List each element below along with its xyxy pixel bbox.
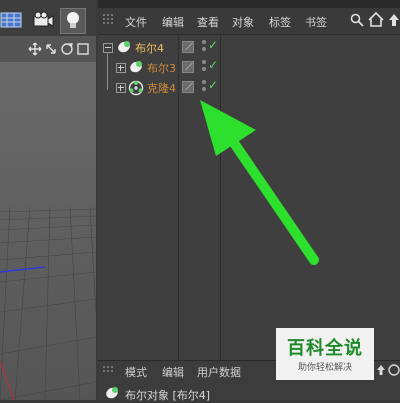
- render-visibility-dot[interactable]: [202, 67, 206, 71]
- maximize-view-icon[interactable]: [76, 42, 90, 56]
- cloner-icon: [128, 80, 144, 96]
- selected-object-title: 布尔对象 [布尔4]: [125, 389, 211, 402]
- editor-visibility-dot[interactable]: [202, 40, 206, 44]
- object-label[interactable]: 克隆4: [147, 80, 176, 96]
- menu-object[interactable]: 对象: [232, 14, 254, 30]
- render-region-icon[interactable]: [0, 10, 22, 30]
- boolean-icon: [118, 41, 130, 53]
- perspective-grid: [0, 62, 96, 400]
- boolean-icon: [106, 387, 118, 399]
- boolean-icon: [130, 61, 142, 73]
- light-bulb-icon: [67, 12, 79, 28]
- menu-mode[interactable]: 模式: [125, 364, 147, 380]
- layer-color-icon[interactable]: [182, 41, 194, 53]
- rotate-view-icon[interactable]: [60, 42, 74, 56]
- watermark-logo: 百科全说 助你轻松解决: [276, 328, 374, 380]
- expand-toggle[interactable]: [116, 63, 126, 73]
- move-view-icon[interactable]: [28, 42, 42, 56]
- editor-visibility-dot[interactable]: [202, 80, 206, 84]
- panel-grip-icon[interactable]: [103, 366, 115, 380]
- lock-icon[interactable]: [388, 364, 400, 376]
- panel-grip-icon[interactable]: [103, 14, 115, 28]
- menu-edit[interactable]: 编辑: [162, 364, 184, 380]
- watermark-title: 百科全说: [287, 338, 363, 359]
- panel-top-strip: [98, 0, 400, 8]
- tree-line: [107, 52, 108, 90]
- menu-tags[interactable]: 标签: [269, 14, 291, 30]
- camera-icon[interactable]: [32, 10, 54, 30]
- menu-user-data[interactable]: 用户数据: [197, 364, 241, 380]
- menu-file[interactable]: 文件: [125, 14, 147, 30]
- menu-view[interactable]: 查看: [197, 14, 219, 30]
- enabled-check-icon[interactable]: ✓: [208, 58, 218, 72]
- layer-color-icon[interactable]: [182, 61, 194, 73]
- light-button[interactable]: [60, 8, 86, 34]
- watermark-subtitle: 助你轻松解决: [297, 363, 352, 373]
- object-label[interactable]: 布尔3: [147, 60, 176, 76]
- object-label[interactable]: 布尔4: [135, 40, 164, 56]
- editor-visibility-dot[interactable]: [202, 60, 206, 64]
- annotation-arrow: [200, 100, 319, 265]
- viewport[interactable]: [0, 0, 96, 400]
- viewport-3d-scene[interactable]: [0, 62, 96, 400]
- search-icon[interactable]: [350, 13, 364, 27]
- render-visibility-dot[interactable]: [202, 47, 206, 51]
- viewport-nav-bar: [0, 36, 96, 62]
- menu-bookmarks[interactable]: 书签: [305, 14, 327, 30]
- column-divider: [178, 34, 179, 360]
- arrow-up-icon[interactable]: [376, 364, 386, 376]
- home-icon[interactable]: [368, 12, 384, 27]
- expand-toggle[interactable]: [116, 83, 126, 93]
- arrow-up-icon[interactable]: [388, 13, 400, 27]
- viewport-toolbar: [0, 0, 96, 36]
- collapse-toggle[interactable]: [103, 43, 113, 53]
- zoom-view-icon[interactable]: [44, 42, 58, 56]
- enabled-check-icon[interactable]: ✓: [208, 38, 218, 52]
- menu-edit[interactable]: 编辑: [162, 14, 184, 30]
